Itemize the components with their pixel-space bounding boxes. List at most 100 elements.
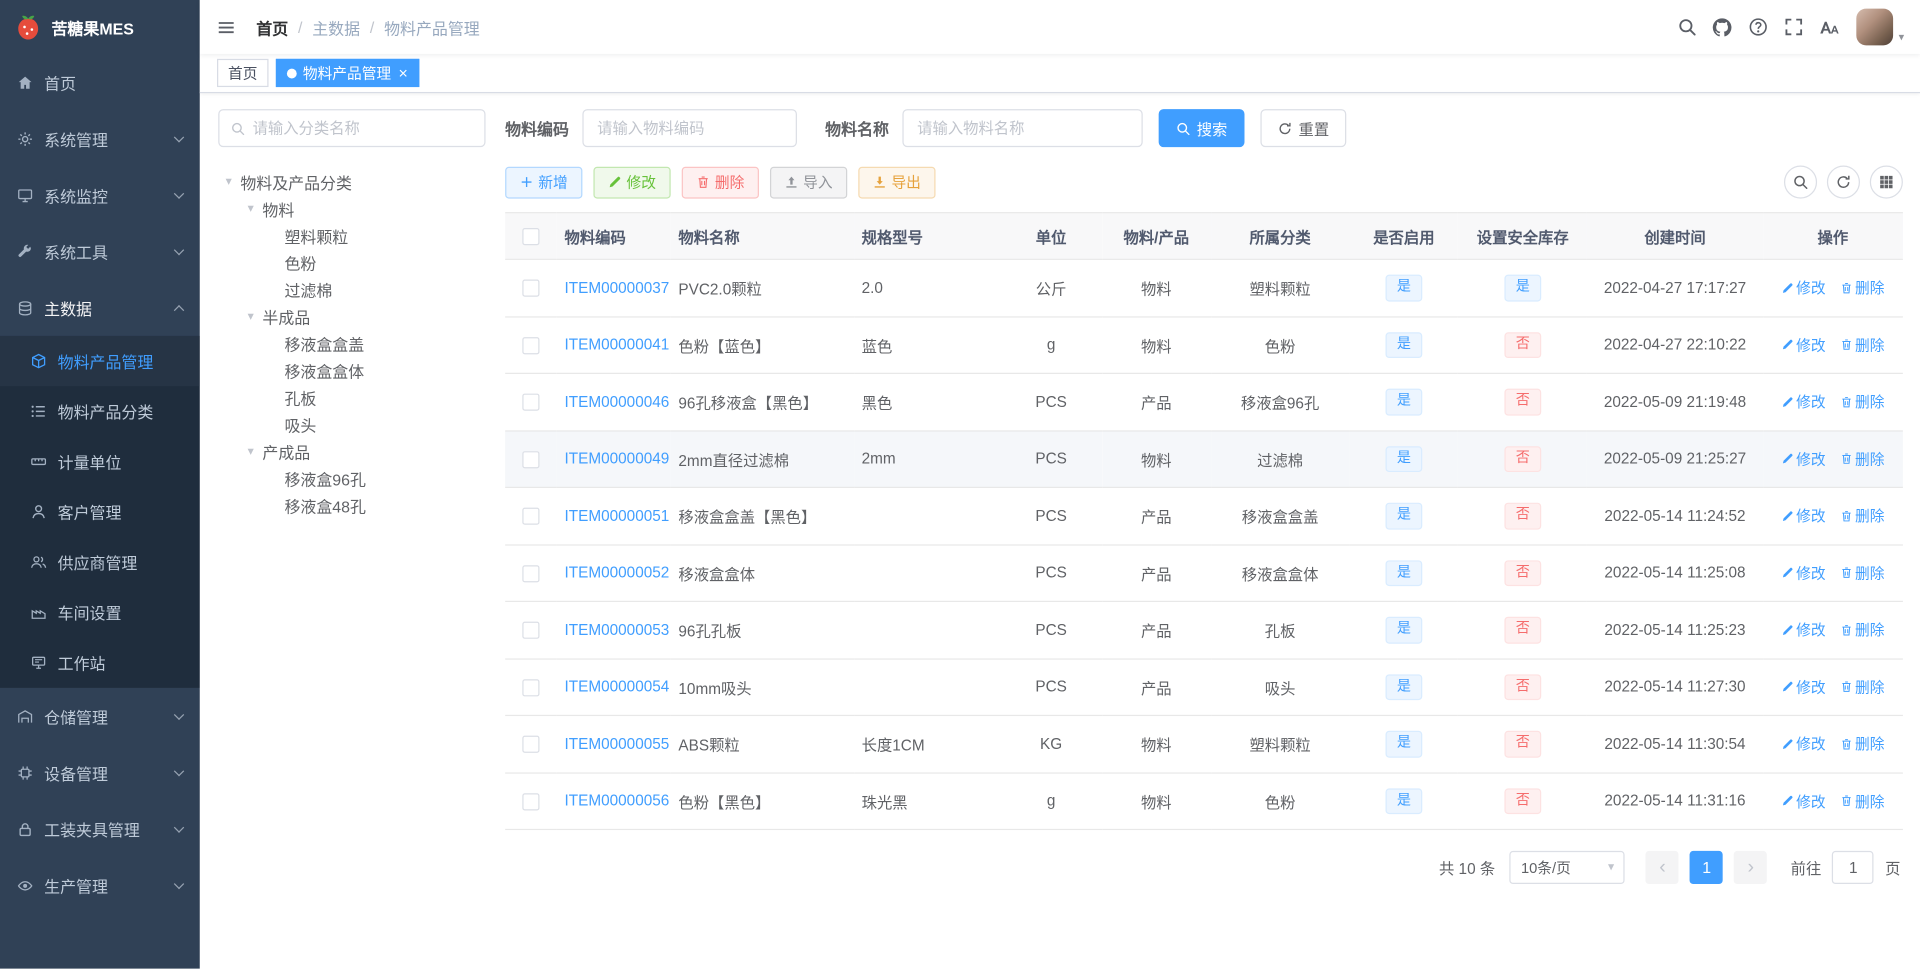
user-menu[interactable]: ▾ xyxy=(1856,8,1904,46)
toggle-search-button[interactable] xyxy=(1783,165,1818,199)
material-code-link[interactable]: ITEM00000056 xyxy=(565,793,670,810)
tab-home[interactable]: 首页 xyxy=(217,58,269,88)
next-page-button[interactable]: › xyxy=(1734,851,1768,885)
row-edit-link[interactable]: 修改 xyxy=(1781,334,1826,355)
tree-node[interactable]: ▾ 物料 xyxy=(218,195,485,222)
row-checkbox[interactable] xyxy=(522,279,540,297)
reset-button[interactable]: 重置 xyxy=(1260,109,1347,148)
sidebar-item-equipment-mgmt[interactable]: 设备管理 xyxy=(0,744,200,800)
row-checkbox[interactable] xyxy=(522,336,540,354)
hamburger-icon[interactable] xyxy=(200,0,251,54)
row-checkbox[interactable] xyxy=(522,507,540,525)
row-checkbox[interactable] xyxy=(522,621,540,640)
sidebar-item-fixture-mgmt[interactable]: 工装夹具管理 xyxy=(0,801,200,857)
app-logo[interactable]: 苦糖果MES xyxy=(0,0,200,54)
material-code-link[interactable]: ITEM00000054 xyxy=(565,678,670,695)
goto-page-input[interactable] xyxy=(1832,851,1875,885)
material-code-link[interactable]: ITEM00000055 xyxy=(565,736,670,753)
tree-node[interactable]: 移液盒盒体 xyxy=(218,357,485,384)
row-checkbox[interactable] xyxy=(522,564,540,583)
row-delete-link[interactable]: 删除 xyxy=(1840,791,1884,812)
row-edit-link[interactable]: 修改 xyxy=(1781,277,1826,298)
row-delete-link[interactable]: 删除 xyxy=(1840,449,1884,470)
sidebar-item-customer-mgmt[interactable]: 客户管理 xyxy=(0,487,200,537)
row-edit-link[interactable]: 修改 xyxy=(1781,563,1826,584)
row-delete-link[interactable]: 删除 xyxy=(1840,620,1884,641)
row-edit-link[interactable]: 修改 xyxy=(1781,620,1826,641)
row-delete-link[interactable]: 删除 xyxy=(1840,391,1884,412)
sidebar-item-workshop-setting[interactable]: 车间设置 xyxy=(0,587,200,637)
material-code-link[interactable]: ITEM00000052 xyxy=(565,564,670,581)
sidebar-item-system-admin[interactable]: 系统管理 xyxy=(0,110,200,166)
page-1-button[interactable]: 1 xyxy=(1690,851,1724,885)
select-all-checkbox[interactable] xyxy=(522,227,540,246)
row-delete-link[interactable]: 删除 xyxy=(1840,563,1884,584)
row-edit-link[interactable]: 修改 xyxy=(1781,506,1826,527)
row-delete-link[interactable]: 删除 xyxy=(1840,506,1884,527)
tree-node[interactable]: 移液盒48孔 xyxy=(218,492,485,519)
sidebar-item-workstation[interactable]: 工作站 xyxy=(0,638,200,688)
search-button[interactable]: 搜索 xyxy=(1158,109,1245,148)
columns-toggle-button[interactable] xyxy=(1869,165,1903,199)
row-edit-link[interactable]: 修改 xyxy=(1781,391,1826,412)
material-code-link[interactable]: ITEM00000037 xyxy=(565,279,670,296)
row-delete-link[interactable]: 删除 xyxy=(1840,734,1884,755)
sidebar-item-production-mgmt[interactable]: 生产管理 xyxy=(0,857,200,913)
breadcrumb-item[interactable]: 主数据 xyxy=(312,15,360,38)
fontsize-icon[interactable] xyxy=(1813,10,1846,43)
tree-node[interactable]: 孔板 xyxy=(218,384,485,411)
refresh-table-button[interactable] xyxy=(1826,165,1860,199)
tab-close-icon[interactable]: × xyxy=(399,65,408,81)
material-code-input[interactable] xyxy=(582,109,797,148)
tree-node[interactable]: ▾ 物料及产品分类 xyxy=(218,168,485,195)
add-button[interactable]: 新增 xyxy=(505,166,583,199)
row-delete-link[interactable]: 删除 xyxy=(1840,334,1884,355)
export-button[interactable]: 导出 xyxy=(858,166,936,199)
tree-node[interactable]: 塑料颗粒 xyxy=(218,222,485,249)
row-delete-link[interactable]: 删除 xyxy=(1840,277,1884,298)
sidebar-item-measure-unit[interactable]: 计量单位 xyxy=(0,436,200,486)
material-code-link[interactable]: ITEM00000053 xyxy=(565,621,670,638)
row-edit-link[interactable]: 修改 xyxy=(1781,734,1826,755)
row-checkbox[interactable] xyxy=(522,735,540,754)
question-icon[interactable] xyxy=(1742,10,1775,43)
import-button[interactable]: 导入 xyxy=(770,166,848,199)
row-checkbox[interactable] xyxy=(522,792,540,811)
row-checkbox[interactable] xyxy=(522,678,540,697)
material-code-link[interactable]: ITEM00000051 xyxy=(565,507,670,524)
edit-button[interactable]: 修改 xyxy=(593,166,671,199)
tree-node[interactable]: ▾ 产成品 xyxy=(218,438,485,465)
tree-node[interactable]: 移液盒96孔 xyxy=(218,465,485,492)
search-icon[interactable] xyxy=(1671,10,1704,43)
tree-node[interactable]: ▾ 半成品 xyxy=(218,303,485,330)
sidebar-item-home[interactable]: 首页 xyxy=(0,54,200,110)
prev-page-button[interactable]: ‹ xyxy=(1646,851,1680,885)
material-name-input[interactable] xyxy=(902,109,1143,148)
fullscreen-icon[interactable] xyxy=(1777,10,1810,43)
sidebar-item-master-data[interactable]: 主数据 xyxy=(0,280,200,336)
breadcrumb-item[interactable]: 首页 xyxy=(256,15,288,38)
page-size-select[interactable]: 10条/页 ▾ xyxy=(1509,851,1626,885)
github-icon[interactable] xyxy=(1706,10,1739,43)
row-edit-link[interactable]: 修改 xyxy=(1781,791,1826,812)
sidebar-item-material-product-mgmt[interactable]: 物料产品管理 xyxy=(0,335,200,387)
sidebar-item-system-monitor[interactable]: 系统监控 xyxy=(0,167,200,223)
sidebar-item-material-product-category[interactable]: 物料产品分类 xyxy=(0,386,200,436)
tree-node[interactable]: 吸头 xyxy=(218,411,485,438)
row-edit-link[interactable]: 修改 xyxy=(1781,677,1826,698)
sidebar-item-warehouse-mgmt[interactable]: 仓储管理 xyxy=(0,688,200,744)
tree-node[interactable]: 过滤棉 xyxy=(218,276,485,303)
delete-button[interactable]: 删除 xyxy=(681,166,760,199)
row-checkbox[interactable] xyxy=(522,450,540,468)
tree-node[interactable]: 色粉 xyxy=(218,249,485,276)
category-search-input[interactable] xyxy=(252,119,474,137)
material-code-link[interactable]: ITEM00000049 xyxy=(565,450,670,467)
row-delete-link[interactable]: 删除 xyxy=(1840,677,1884,698)
material-code-link[interactable]: ITEM00000046 xyxy=(565,393,670,410)
material-code-link[interactable]: ITEM00000041 xyxy=(565,336,670,353)
tree-node[interactable]: 移液盒盒盖 xyxy=(218,330,485,357)
sidebar-item-system-tools[interactable]: 系统工具 xyxy=(0,223,200,279)
sidebar-item-supplier-mgmt[interactable]: 供应商管理 xyxy=(0,537,200,587)
row-checkbox[interactable] xyxy=(522,393,540,411)
tab-material-product[interactable]: 物料产品管理 × xyxy=(275,58,419,88)
